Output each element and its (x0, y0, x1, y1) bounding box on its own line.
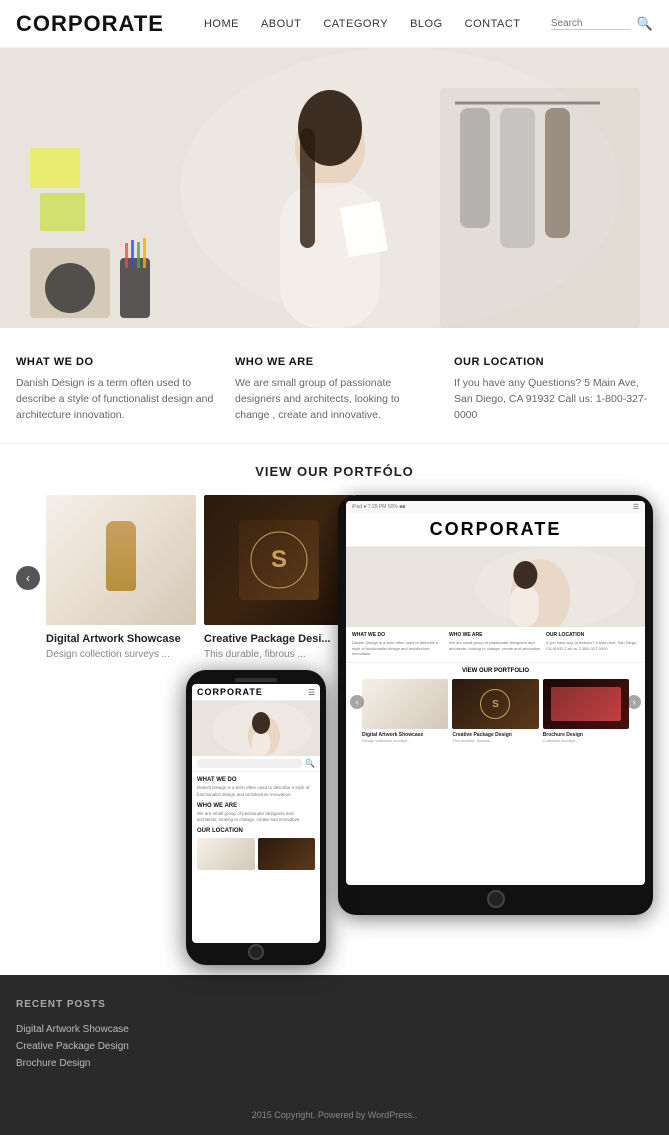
info-col-3-title: OUR LOCATION (454, 356, 653, 368)
post-link-2[interactable]: Creative Package Design (16, 1041, 222, 1052)
tablet-info-col3: OUR LOCATION If you have any Questions? … (546, 632, 639, 657)
mobile-section2-title: WHO WE ARE (197, 803, 315, 809)
tablet-mockup: iPad ● 7:29 PM 50% ■■ ☰ CORPORATE (338, 495, 653, 915)
info-col-3: OUR LOCATION If you have any Questions? … (454, 356, 653, 423)
mobile-header: CORPORATE ☰ (192, 684, 320, 701)
info-section: WHAT WE DO Danish Design is a term often… (0, 328, 669, 444)
tablet-hero (346, 547, 645, 627)
nav-category[interactable]: CATEGORY (323, 18, 388, 30)
tablet-item-1-desc: Design collection surveys... (362, 738, 448, 743)
devices-container: ‹ Digital Artwork Showcase Design collec… (16, 495, 653, 945)
tablet-item-2: S Creative Package Design This durable. … (452, 679, 538, 743)
mobile-thumb-1 (197, 838, 255, 870)
portfolio-slider: ‹ Digital Artwork Showcase Design collec… (16, 495, 336, 660)
info-col-1-text: Danish Design is a term often used to de… (16, 376, 215, 423)
mobile-section3-title: OUR LOCATION (197, 828, 315, 834)
main-nav: HOME ABOUT CATEGORY BLOG CONTACT (204, 18, 551, 30)
search-icon[interactable]: 🔍 (637, 16, 653, 32)
recent-posts-col: RECENT POSTS Digital Artwork Showcase Cr… (16, 999, 222, 1069)
nav-blog[interactable]: BLOG (410, 18, 443, 30)
tablet-info-col2-title: WHO WE ARE (449, 632, 542, 638)
tablet-thumb-3 (543, 679, 629, 729)
tablet-item-3-desc: Collection surveys... (543, 738, 629, 743)
tablet-info-col1: WHAT WE DO Danish Design is a term often… (352, 632, 445, 657)
mobile-content: WHAT WE DO Danish Design is a term often… (192, 772, 320, 875)
bottom-columns: RECENT POSTS Digital Artwork Showcase Cr… (16, 999, 653, 1069)
nav-about[interactable]: ABOUT (261, 18, 301, 30)
info-col-2-title: WHO WE ARE (235, 356, 434, 368)
portfolio-item-2-title: Creative Package Desi... (204, 633, 354, 645)
mobile-thumbs (197, 838, 315, 870)
info-col-1: WHAT WE DO Danish Design is a term often… (16, 356, 215, 423)
tablet-thumb-2: S (452, 679, 538, 729)
bottom-empty-col (242, 999, 653, 1069)
tablet-thumb-1 (362, 679, 448, 729)
portfolio-thumb-2 (204, 495, 354, 625)
tablet-arrow-right[interactable]: › (627, 695, 641, 709)
tablet-arrow-left[interactable]: ‹ (350, 695, 364, 709)
portfolio-item-1-title: Digital Artwork Showcase (46, 633, 196, 645)
tablet-status-bar: iPad ● 7:29 PM 50% ■■ ☰ (346, 501, 645, 513)
tablet-info-col2: WHO WE ARE We are small group of passion… (449, 632, 542, 657)
mobile-logo: CORPORATE (197, 687, 263, 697)
mobile-mockup: CORPORATE ☰ 🔍 (186, 670, 326, 965)
tablet-header: CORPORATE (346, 513, 645, 547)
nav-home[interactable]: HOME (204, 18, 239, 30)
tablet-item-3: Brochure Design Collection surveys... (543, 679, 629, 743)
portfolio-item-2-desc: This durable, fibrous ... (204, 649, 354, 660)
tablet-info-col1-title: WHAT WE DO (352, 632, 445, 638)
post-link-3[interactable]: Brochure Design (16, 1058, 222, 1069)
portfolio-arrow-left[interactable]: ‹ (16, 566, 40, 590)
portfolio-item-2[interactable]: Creative Package Desi... This durable, f… (204, 495, 354, 660)
footer-text: 2015 Copyright. Powered by WordPress.. (252, 1110, 417, 1120)
portfolio-item-1-desc: Design collection surveys ... (46, 649, 196, 660)
tablet-item-2-desc: This durable. Nessus... (452, 738, 538, 743)
mobile-hero (192, 701, 320, 756)
tablet-status: iPad ● 7:29 PM 50% ■■ (352, 504, 405, 510)
mobile-section2-text: We are small group of passionate designe… (197, 811, 315, 824)
tablet-item-1: Digital Artwork Showcase Design collecti… (362, 679, 448, 743)
post-link-1[interactable]: Digital Artwork Showcase (16, 1024, 222, 1035)
tablet-info-col2-text: We are small group of passionate designe… (449, 640, 542, 651)
portfolio-section: VIEW OUR PORTFÓLO ‹ Digital Artwork Show… (0, 444, 669, 955)
portfolio-title: VIEW OUR PORTFÓLO (16, 464, 653, 479)
info-col-1-title: WHAT WE DO (16, 356, 215, 368)
recent-posts-title: RECENT POSTS (16, 999, 222, 1010)
header: CORPORATE HOME ABOUT CATEGORY BLOG CONTA… (0, 0, 669, 48)
search-area: 🔍 (551, 16, 653, 32)
hero-image (0, 48, 669, 328)
mobile-section1-text: Danish Design is a term often used to de… (197, 785, 315, 798)
tablet-portfolio-items: ‹ › Digital Artwork Showcase Design coll… (346, 679, 645, 743)
logo: CORPORATE (16, 11, 164, 37)
info-col-3-text: If you have any Questions? 5 Main Ave, S… (454, 376, 653, 423)
tablet-home-button[interactable] (487, 890, 505, 908)
search-input[interactable] (551, 18, 631, 30)
mobile-search-bar: 🔍 (192, 756, 320, 772)
tablet-portfolio-title: VIEW OUR PORTFOLIO (346, 663, 645, 679)
bottom-section: RECENT POSTS Digital Artwork Showcase Cr… (0, 975, 669, 1093)
tablet-info-col1-text: Danish Design is a term often used to de… (352, 640, 445, 657)
tablet-info-col3-title: OUR LOCATION (546, 632, 639, 638)
tablet-info-col3-text: If you have any Questions? 5 Main Ave, S… (546, 640, 639, 651)
tablet-items-row: Digital Artwork Showcase Design collecti… (362, 679, 629, 743)
mobile-speaker (235, 678, 277, 682)
tablet-info: WHAT WE DO Danish Design is a term often… (346, 627, 645, 663)
info-col-2-text: We are small group of passionate designe… (235, 376, 434, 423)
mobile-screen: CORPORATE ☰ 🔍 (192, 684, 320, 943)
mobile-section1-title: WHAT WE DO (197, 777, 315, 783)
portfolio-thumb-1 (46, 495, 196, 625)
recent-posts-list: Digital Artwork Showcase Creative Packag… (16, 1024, 222, 1069)
info-col-2: WHO WE ARE We are small group of passion… (235, 356, 434, 423)
tablet-logo: CORPORATE (430, 519, 562, 539)
nav-contact[interactable]: CONTACT (465, 18, 521, 30)
mobile-thumb-2 (258, 838, 316, 870)
portfolio-item-1[interactable]: Digital Artwork Showcase Design collecti… (46, 495, 196, 660)
mobile-home-button[interactable] (248, 944, 264, 960)
footer: 2015 Copyright. Powered by WordPress.. (0, 1093, 669, 1135)
tablet-screen: iPad ● 7:29 PM 50% ■■ ☰ CORPORATE (346, 501, 645, 885)
